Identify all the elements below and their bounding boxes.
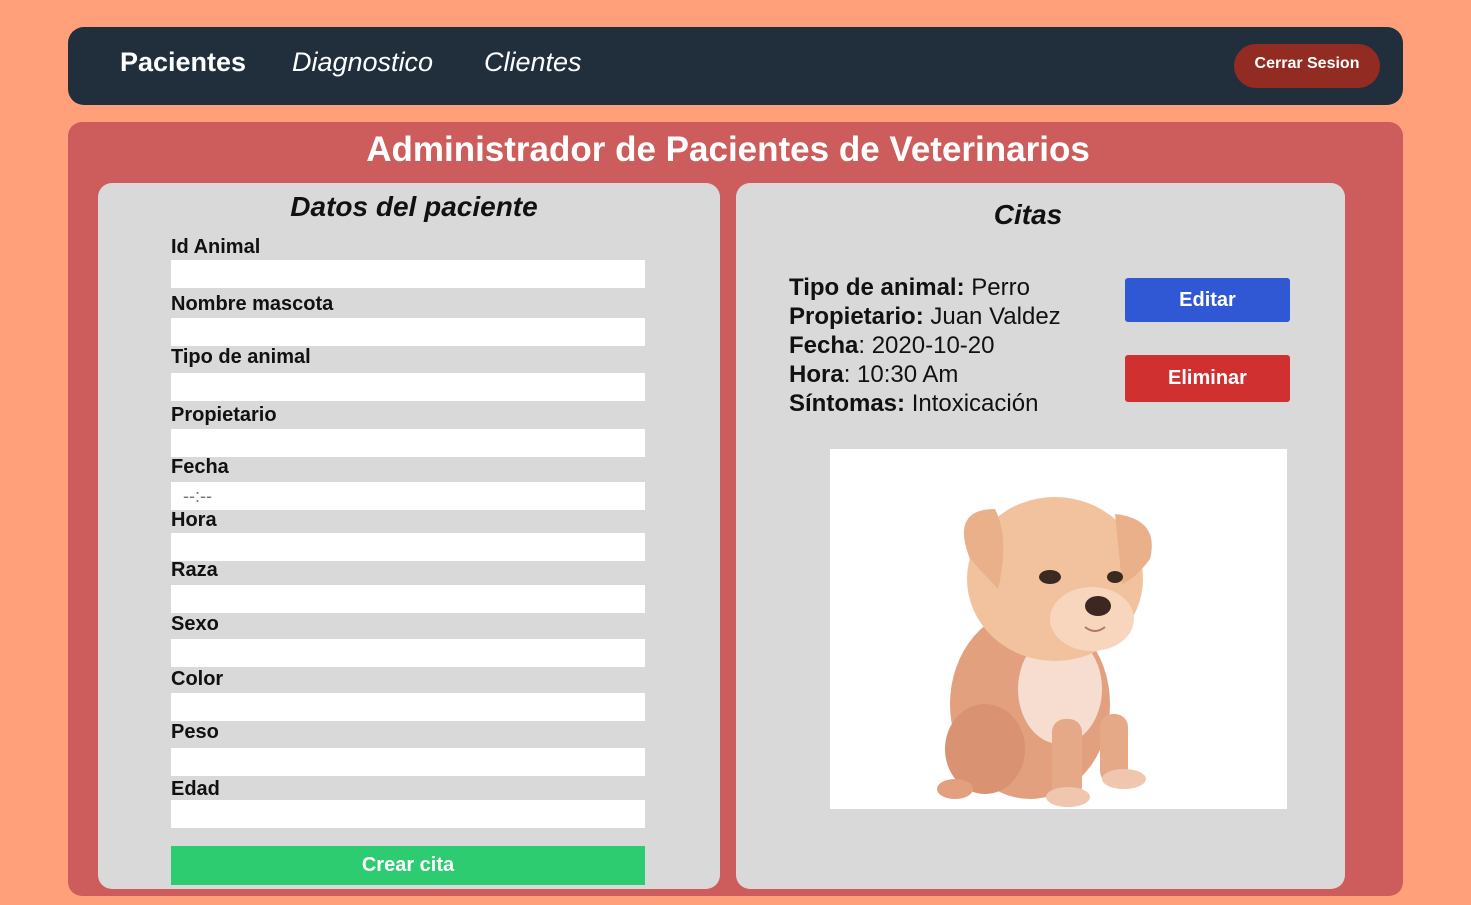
appointment-tipo: Tipo de animal: Perro [789, 273, 1061, 302]
appointment-propietario: Propietario: Juan Valdez [789, 302, 1061, 331]
field-label-tipo-animal: Tipo de animal [171, 346, 311, 368]
appointment-sintomas-label: Síntomas: [789, 390, 906, 417]
color-input[interactable] [171, 693, 645, 721]
appointment-tipo-label: Tipo de animal: [789, 274, 965, 301]
field-label-hora: Hora [171, 509, 217, 531]
appointments-panel: Citas Tipo de animal: Perro Propietario:… [736, 183, 1345, 889]
appointment-fecha-value: : 2020-10-20 [858, 332, 995, 359]
peso-input[interactable] [171, 748, 645, 776]
top-navbar: Pacientes Diagnostico Clientes Cerrar Se… [68, 27, 1403, 105]
field-label-raza: Raza [171, 559, 218, 581]
appointment-hora: Hora: 10:30 Am [789, 360, 1061, 389]
fecha-input[interactable] [171, 482, 645, 510]
propietario-input[interactable] [171, 429, 645, 457]
puppy-illustration [937, 497, 1152, 807]
nombre-mascota-input[interactable] [171, 318, 645, 346]
nav-link-pacientes[interactable]: Pacientes [120, 47, 246, 78]
edit-button[interactable]: Editar [1125, 278, 1290, 322]
appointments-title: Citas [993, 199, 1063, 230]
nav-link-diagnostico[interactable]: Diagnostico [292, 47, 433, 78]
appointment-sintomas-value: Intoxicación [911, 390, 1039, 417]
appointment-tipo-value: Perro [971, 274, 1030, 301]
logout-button[interactable]: Cerrar Sesion [1234, 44, 1380, 88]
page-title: Administrador de Pacientes de Veterinari… [366, 130, 1090, 169]
appointment-details: Tipo de animal: Perro Propietario: Juan … [789, 273, 1061, 418]
nav-link-clientes[interactable]: Clientes [484, 47, 582, 78]
form-title: Datos del paciente [290, 191, 538, 222]
appointment-hora-value: : 10:30 Am [843, 361, 959, 388]
appointment-fecha-label: Fecha [789, 332, 859, 359]
appointment-sintomas: Síntomas: Intoxicación [789, 389, 1061, 418]
delete-button[interactable]: Eliminar [1125, 355, 1290, 402]
edad-input[interactable] [171, 800, 645, 828]
raza-input[interactable] [171, 585, 645, 613]
field-label-nombre-mascota: Nombre mascota [171, 293, 334, 315]
appointment-propietario-label: Propietario: [789, 303, 924, 330]
field-label-peso: Peso [171, 721, 219, 743]
main-container: Administrador de Pacientes de Veterinari… [68, 122, 1403, 896]
tipo-animal-input[interactable] [171, 373, 645, 401]
field-label-color: Color [171, 668, 224, 690]
field-label-propietario: Propietario [171, 404, 277, 426]
sexo-input[interactable] [171, 639, 645, 667]
field-label-sexo: Sexo [171, 613, 219, 635]
puppy-photo [830, 449, 1287, 809]
appointment-fecha: Fecha: 2020-10-20 [789, 331, 1061, 360]
create-appointment-button[interactable]: Crear cita [171, 846, 645, 885]
field-label-fecha: Fecha [171, 456, 229, 478]
id-animal-input[interactable] [171, 260, 645, 288]
appointment-hora-label: Hora [789, 361, 844, 388]
hora-input[interactable] [171, 533, 645, 561]
field-label-edad: Edad [171, 778, 220, 800]
patient-form-panel: Datos del paciente Id Animal Nombre masc… [98, 183, 720, 889]
field-label-id-animal: Id Animal [171, 236, 261, 258]
appointment-propietario-value: Juan Valdez [930, 303, 1061, 330]
